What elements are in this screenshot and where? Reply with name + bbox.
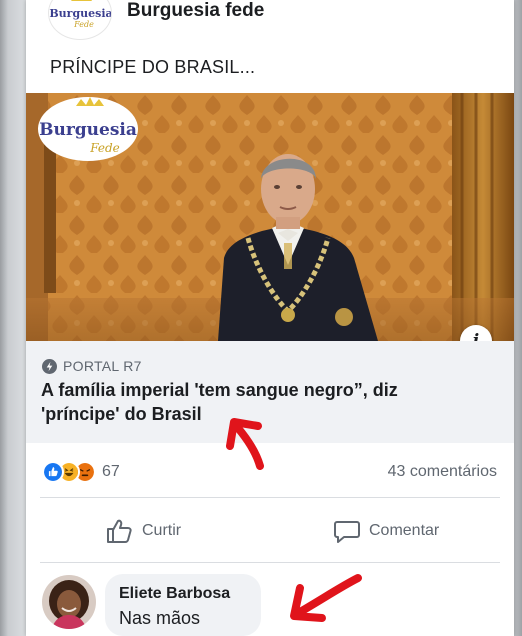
divider <box>40 562 500 563</box>
reactions-summary[interactable]: 67 <box>42 461 120 483</box>
comment-bubble-icon <box>334 521 360 543</box>
logo-line2: Fede <box>73 20 94 29</box>
source-name: PORTAL R7 <box>63 358 142 374</box>
like-button[interactable]: Curtir <box>106 518 181 544</box>
commenter-avatar[interactable] <box>42 575 96 629</box>
commenter-name[interactable]: Eliete Barbosa <box>119 585 230 603</box>
image-logo-line2: Fede <box>89 141 120 155</box>
comment-bubble[interactable]: Eliete Barbosa Nas mãos <box>105 574 261 636</box>
logo-line1: Burguesia <box>49 7 112 20</box>
comment-label: Comentar <box>369 522 440 539</box>
post-image[interactable]: Burguesia Fede <box>26 93 514 341</box>
reaction-count: 67 <box>102 463 120 480</box>
post-text: PRÍNCIPE DO BRASIL... <box>50 57 256 77</box>
like-label: Curtir <box>142 522 182 539</box>
commenter-photo <box>42 575 96 629</box>
page-avatar[interactable]: Burguesia Fede <box>48 0 112 40</box>
phone-screen-frame: Burguesia Fede Burguesia fede PRÍNCIPE D… <box>0 0 522 636</box>
burguesia-logo: Burguesia Fede <box>49 0 112 29</box>
red-arrow-annotation <box>290 574 362 622</box>
red-arrow-annotation <box>226 418 264 470</box>
page-name[interactable]: Burguesia fede <box>127 0 264 22</box>
amp-bolt-icon <box>42 358 57 374</box>
image-logo-line1: Burguesia <box>39 120 137 140</box>
link-source: PORTAL R7 <box>42 358 142 374</box>
comment-text: Nas mãos <box>119 608 201 628</box>
divider <box>40 497 500 498</box>
comments-count[interactable]: 43 comentários <box>388 463 497 481</box>
portrait-photo: Burguesia Fede <box>26 93 514 341</box>
thumbs-up-icon <box>107 519 132 543</box>
like-icon <box>42 461 64 483</box>
post-card: Burguesia Fede Burguesia fede PRÍNCIPE D… <box>26 0 514 636</box>
comment-button[interactable]: Comentar <box>333 518 439 544</box>
